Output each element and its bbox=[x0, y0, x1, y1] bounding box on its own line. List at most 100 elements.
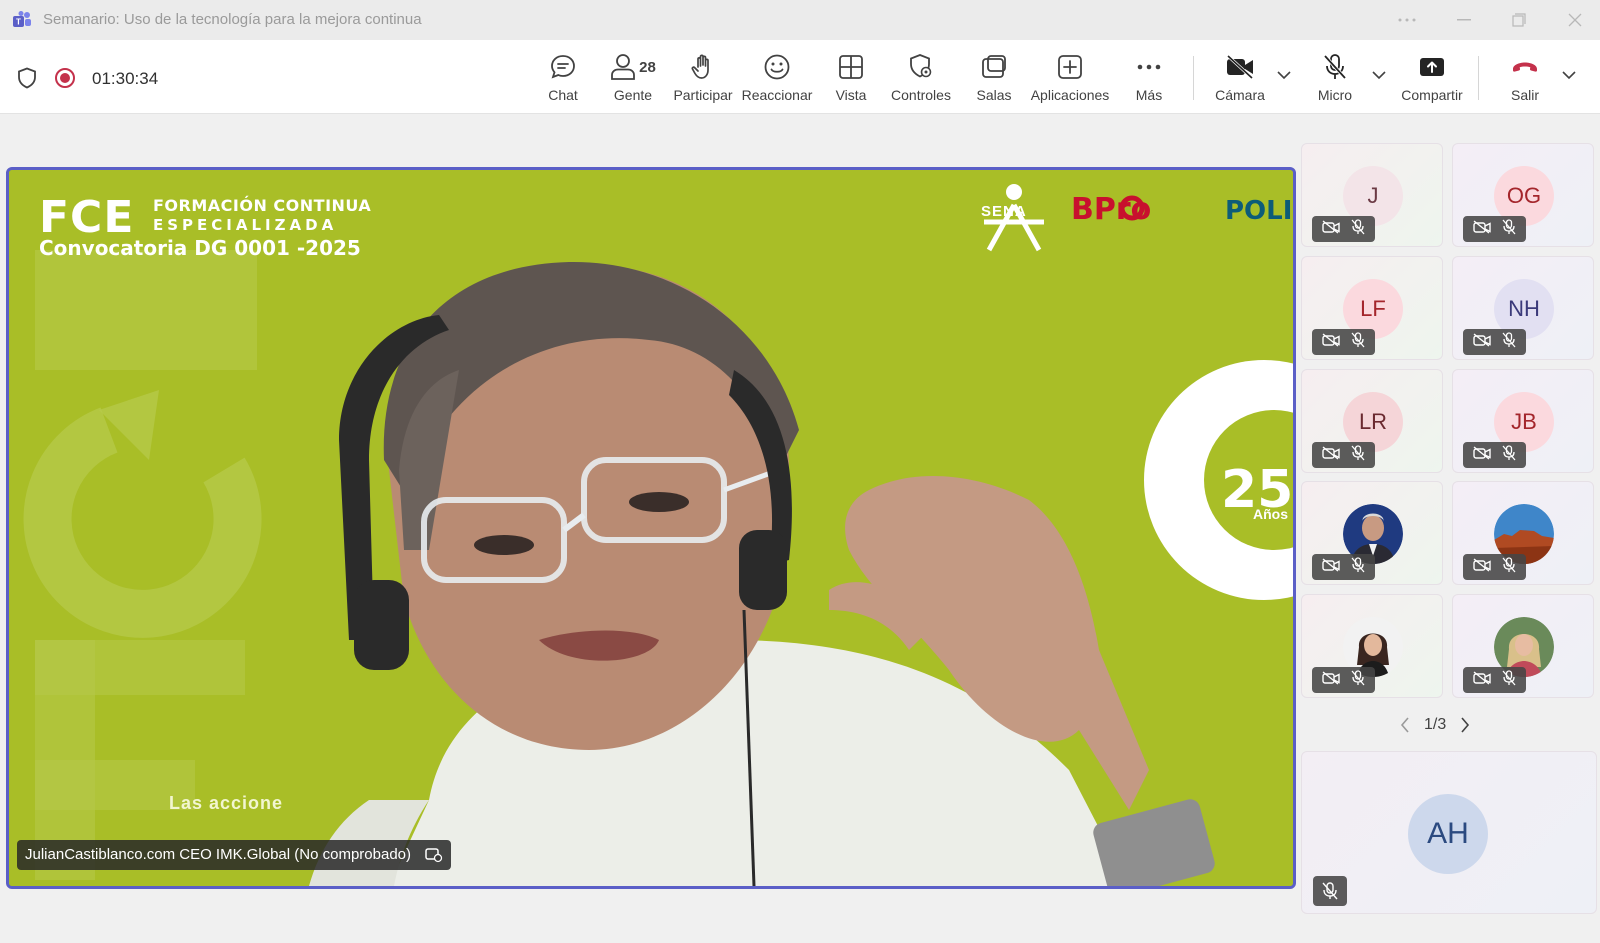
mic-muted-icon bbox=[1351, 556, 1365, 578]
participant-tile[interactable] bbox=[1452, 481, 1594, 585]
speaker-name-tag: JulianCastiblanco.com CEO IMK.Global (No… bbox=[17, 840, 451, 870]
hang-up-icon bbox=[1511, 52, 1539, 82]
participant-status-icons bbox=[1312, 329, 1375, 355]
raise-hand-button[interactable]: Participar bbox=[673, 52, 733, 106]
participant-status-icons bbox=[1312, 667, 1375, 693]
participant-status-icons bbox=[1463, 329, 1526, 355]
banner-line2: ESPECIALIZADA bbox=[153, 216, 338, 234]
participant-tile[interactable]: J bbox=[1301, 143, 1443, 247]
participant-status-icons bbox=[1463, 667, 1526, 693]
mic-muted-icon bbox=[1351, 331, 1365, 353]
rooms-button[interactable]: Salas bbox=[975, 52, 1013, 106]
speaker-name: JulianCastiblanco.com CEO IMK.Global (No… bbox=[25, 846, 411, 863]
main-speaker-video[interactable]: FCE FORMACIÓN CONTINUA ESPECIALIZADA Con… bbox=[6, 167, 1296, 889]
camera-off-icon bbox=[1322, 445, 1340, 465]
banner-line3: Convocatoria DG 0001 -2025 bbox=[39, 236, 361, 260]
camera-off-icon bbox=[1322, 219, 1340, 239]
controls-button[interactable]: Controles bbox=[890, 52, 952, 106]
self-view-tile[interactable]: AH bbox=[1301, 751, 1597, 914]
camera-off-icon bbox=[1473, 332, 1491, 352]
mic-button[interactable]: Micro bbox=[1316, 52, 1354, 106]
chat-button[interactable]: Chat bbox=[544, 52, 582, 106]
people-count: 28 bbox=[639, 58, 656, 76]
close-button[interactable] bbox=[1555, 6, 1595, 34]
participant-tile[interactable]: LR bbox=[1301, 369, 1443, 473]
people-button[interactable]: 28 Gente bbox=[606, 52, 660, 106]
mic-muted-icon bbox=[1502, 218, 1516, 240]
mic-muted-icon bbox=[1502, 556, 1516, 578]
sena-logo: SENA bbox=[981, 203, 1027, 220]
leave-options-chevron-icon[interactable] bbox=[1562, 70, 1576, 80]
participant-tile[interactable] bbox=[1452, 594, 1594, 698]
camera-off-icon bbox=[1473, 219, 1491, 239]
participant-tile[interactable]: LF bbox=[1301, 256, 1443, 360]
meeting-timer: 01:30:34 bbox=[92, 69, 159, 88]
poli-logo: POLI bbox=[1225, 196, 1293, 226]
page-indicator: 1/3 bbox=[1424, 716, 1447, 733]
more-options-icon[interactable] bbox=[1387, 6, 1427, 34]
camera-button[interactable]: Cámara bbox=[1215, 52, 1265, 106]
rooms-icon bbox=[981, 52, 1007, 82]
camera-off-icon bbox=[1225, 52, 1255, 82]
mic-muted-icon bbox=[1502, 331, 1516, 353]
avatar: AH bbox=[1408, 794, 1488, 874]
title-bar: T Semanario: Uso de la tecnología para l… bbox=[0, 0, 1600, 40]
share-button[interactable]: Compartir bbox=[1400, 52, 1464, 106]
view-button[interactable]: Vista bbox=[834, 52, 868, 106]
mic-muted-icon bbox=[1502, 669, 1516, 691]
participant-status-icons bbox=[1312, 442, 1375, 468]
banner-line1: FORMACIÓN CONTINUA bbox=[153, 196, 372, 215]
mic-options-chevron-icon[interactable] bbox=[1372, 70, 1386, 80]
camera-off-icon bbox=[1473, 670, 1491, 690]
camera-off-icon bbox=[1473, 445, 1491, 465]
participant-status-icons bbox=[1312, 216, 1375, 242]
shield-gear-icon bbox=[908, 52, 934, 82]
camera-off-icon bbox=[1473, 557, 1491, 577]
react-button[interactable]: Reaccionar bbox=[742, 52, 812, 106]
more-button[interactable]: Más bbox=[1134, 52, 1164, 106]
banner-bottom-text: Las accione bbox=[169, 793, 284, 813]
speaker-video-feed bbox=[9, 170, 1293, 886]
participant-status-icons bbox=[1463, 216, 1526, 242]
participant-tile[interactable] bbox=[1301, 594, 1443, 698]
toolbar-divider bbox=[1478, 56, 1479, 100]
participant-status-icons bbox=[1463, 442, 1526, 468]
leave-button[interactable]: Salir bbox=[1509, 52, 1541, 106]
mic-muted-icon bbox=[1313, 876, 1347, 906]
teams-app-icon: T bbox=[13, 11, 31, 27]
meeting-toolbar: 01:30:34 Chat 28 Gente Participar Reacci… bbox=[0, 40, 1600, 114]
mic-muted-icon bbox=[1351, 218, 1365, 240]
participant-tile[interactable] bbox=[1301, 481, 1443, 585]
camera-options-chevron-icon[interactable] bbox=[1277, 70, 1291, 80]
next-page-icon[interactable] bbox=[1460, 717, 1470, 733]
window-title: Semanario: Uso de la tecnología para la … bbox=[43, 11, 422, 28]
mic-off-icon bbox=[1322, 52, 1348, 82]
mic-muted-icon bbox=[1502, 444, 1516, 466]
participant-tile[interactable]: JB bbox=[1452, 369, 1594, 473]
hand-icon bbox=[690, 52, 716, 82]
camera-settings-icon[interactable] bbox=[425, 847, 443, 863]
svg-text:T: T bbox=[16, 18, 21, 27]
bpro-logo: BPro bbox=[1071, 192, 1152, 227]
chat-icon bbox=[549, 52, 577, 82]
anniversary-word: Años bbox=[1253, 506, 1288, 522]
mic-muted-icon bbox=[1351, 444, 1365, 466]
participant-status-icons bbox=[1463, 554, 1526, 580]
share-screen-icon bbox=[1418, 52, 1446, 82]
participant-status-icons bbox=[1312, 554, 1375, 580]
minimize-button[interactable] bbox=[1444, 6, 1484, 34]
maximize-button[interactable] bbox=[1499, 6, 1539, 34]
shield-icon[interactable] bbox=[17, 67, 37, 89]
apps-button[interactable]: Aplicaciones bbox=[1031, 52, 1109, 106]
recording-indicator-icon bbox=[55, 68, 75, 88]
participant-tile[interactable]: NH bbox=[1452, 256, 1594, 360]
ellipsis-icon bbox=[1137, 52, 1161, 82]
smiley-icon bbox=[763, 52, 791, 82]
previous-page-icon[interactable] bbox=[1400, 717, 1410, 733]
participant-tile[interactable]: OG bbox=[1452, 143, 1594, 247]
camera-off-icon bbox=[1322, 670, 1340, 690]
people-icon: 28 bbox=[610, 52, 656, 82]
gallery-pager: 1/3 bbox=[1400, 716, 1470, 734]
toolbar-divider bbox=[1193, 56, 1194, 100]
add-app-icon bbox=[1057, 52, 1083, 82]
